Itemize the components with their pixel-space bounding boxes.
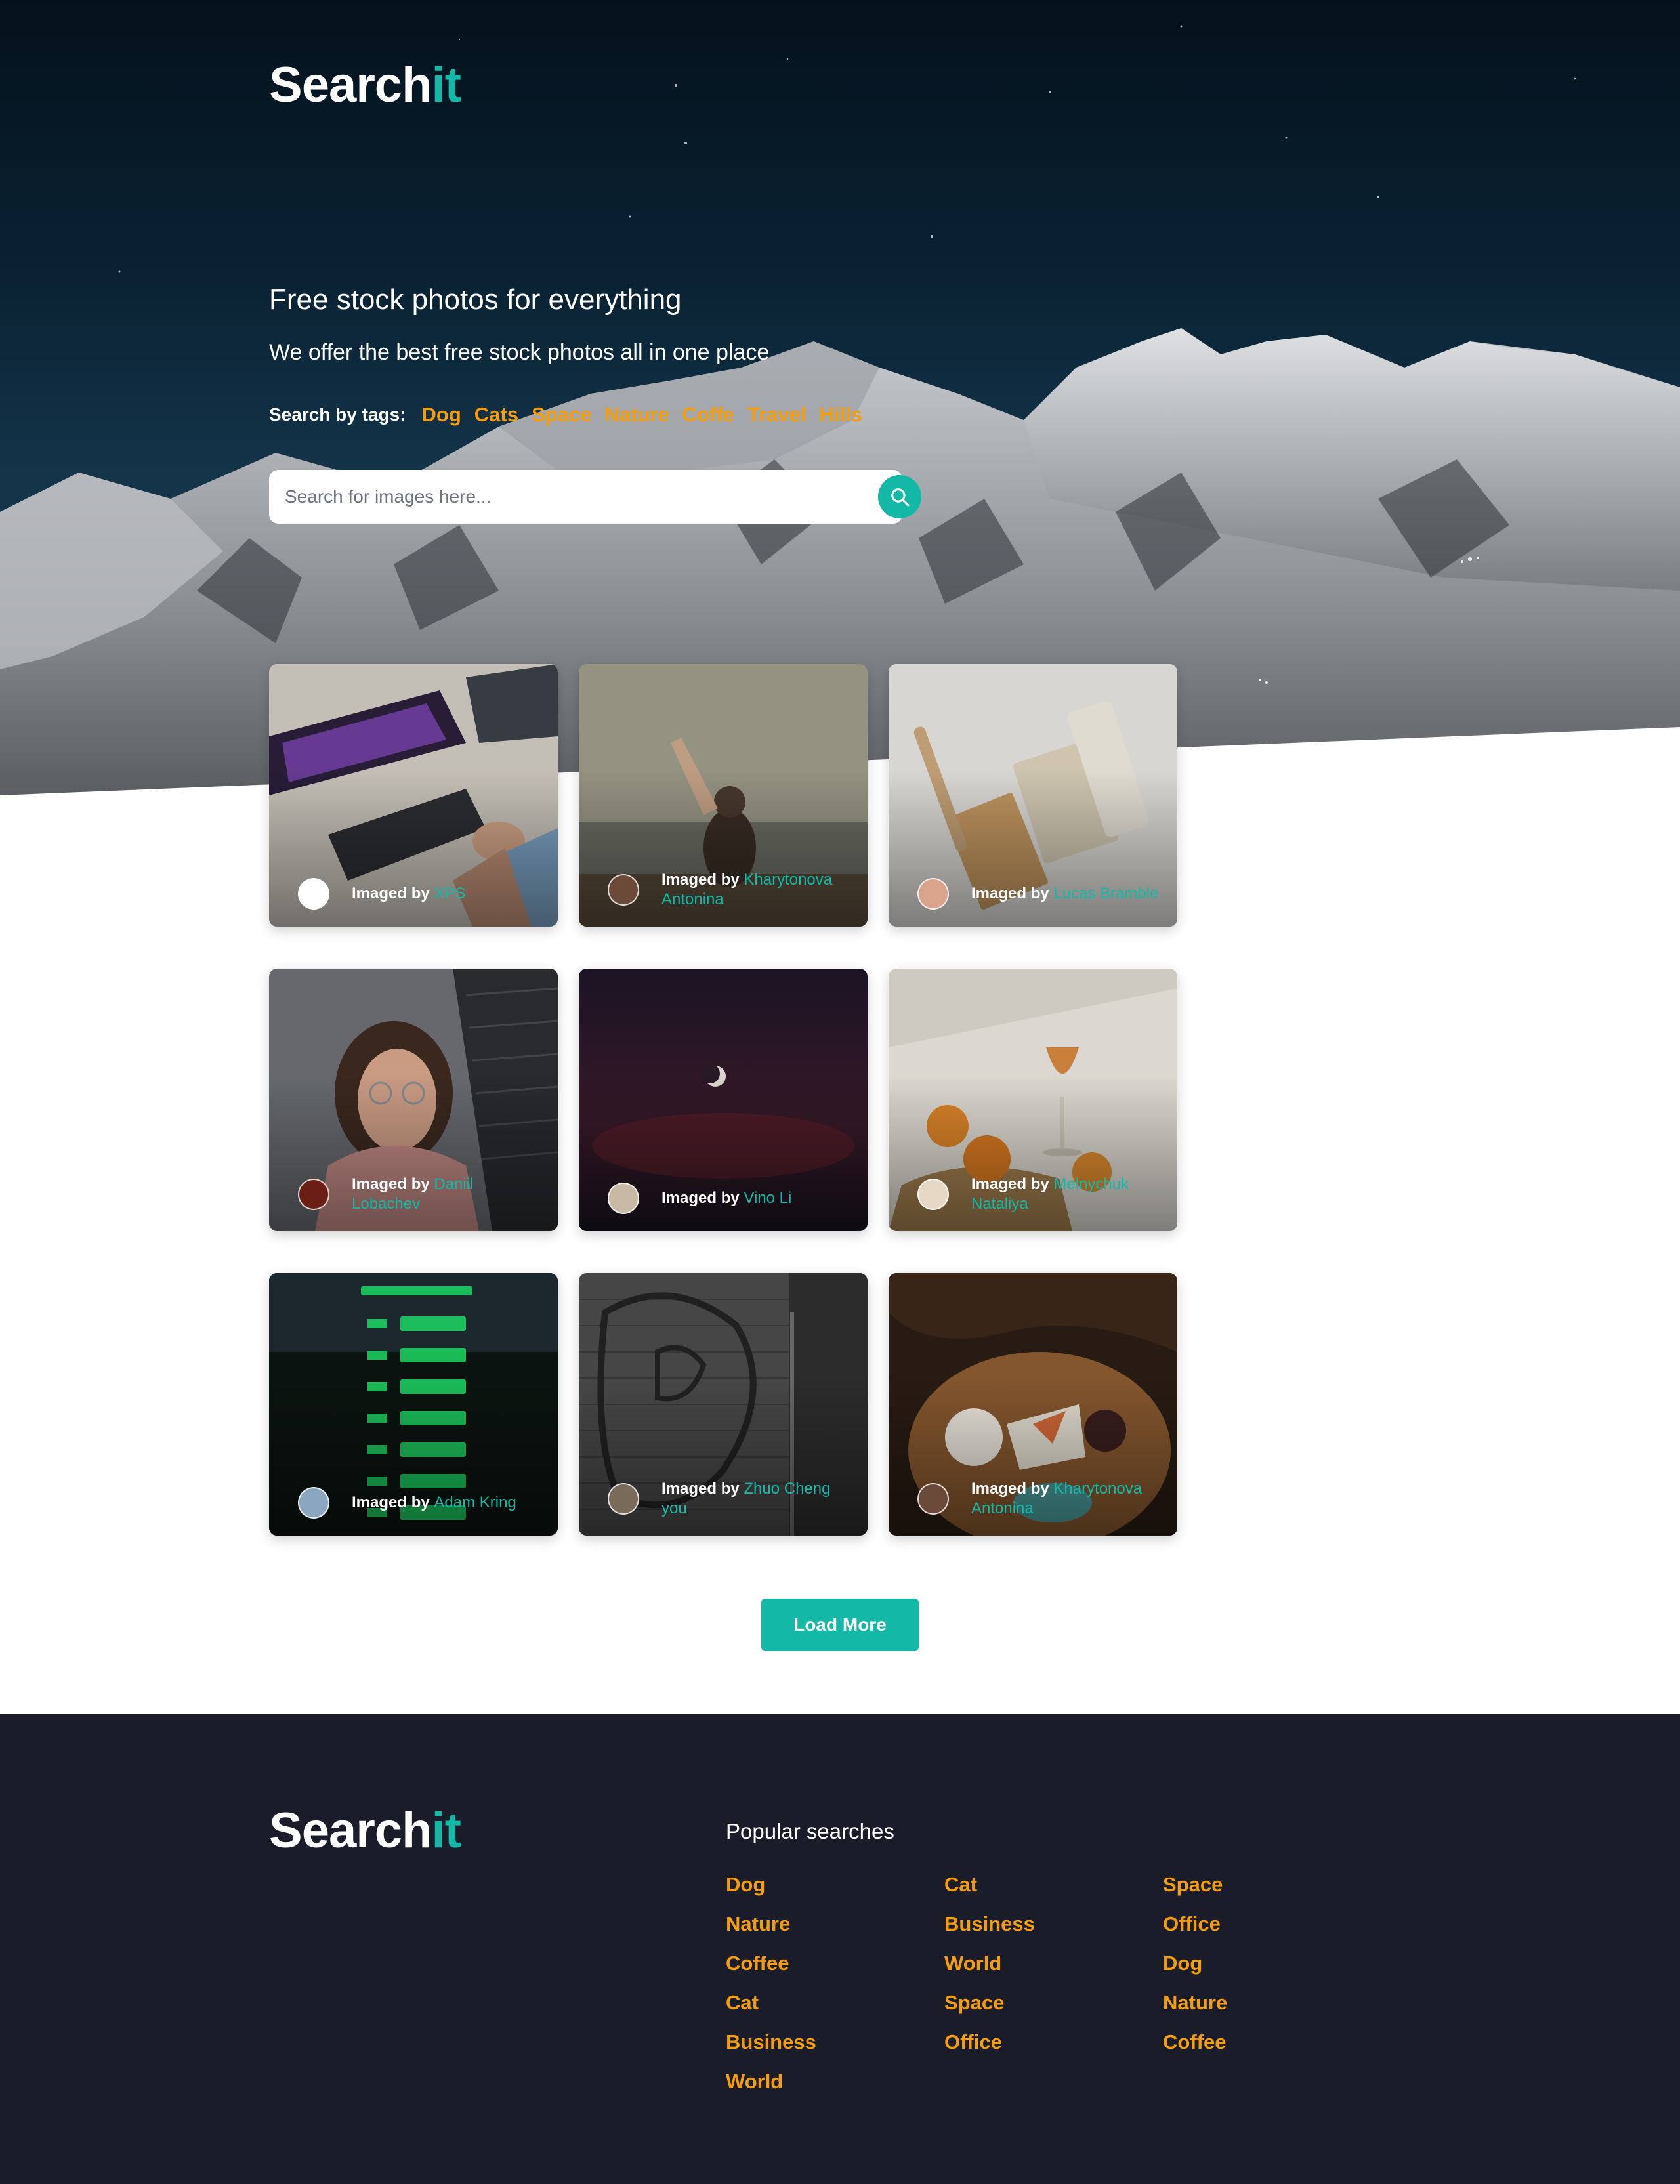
- popular-search-link[interactable]: Office: [1163, 1911, 1381, 1937]
- photo-card[interactable]: Imaged by Kharytonova Antonina: [889, 1273, 1177, 1536]
- footer-logo[interactable]: Searchit: [269, 1802, 461, 1859]
- author-avatar: [298, 1179, 329, 1210]
- credit-prefix: Imaged by: [971, 1175, 1049, 1193]
- credit-text: Imaged by Zhuo Cheng you: [662, 1479, 850, 1519]
- brand-logo-accent: it: [431, 57, 461, 113]
- author-avatar: [608, 1183, 639, 1214]
- hero-subline: We offer the best free stock photos all …: [269, 340, 770, 365]
- popular-search-link[interactable]: Business: [726, 2029, 944, 2055]
- footer-logo-accent: it: [431, 1803, 461, 1858]
- brand-logo-main: Search: [269, 57, 432, 113]
- popular-searches-column: Dog Nature Coffee Cat Business World: [726, 1872, 944, 2095]
- credit-text: Imaged by Melnychuk Nataliya: [971, 1175, 1160, 1214]
- credit-text: Imaged by Kharytonova Antonina: [971, 1479, 1160, 1519]
- tag-dog[interactable]: Dog: [422, 403, 461, 427]
- search-button[interactable]: [878, 475, 921, 518]
- search-input[interactable]: [269, 470, 902, 524]
- footer: Searchit Popular searches Dog Nature Cof…: [0, 1714, 1680, 2184]
- popular-search-link[interactable]: Coffee: [1163, 2029, 1381, 2055]
- photo-credit: Imaged by Lucas Bramble: [917, 878, 1160, 910]
- credit-prefix: Imaged by: [352, 885, 430, 902]
- footer-logo-main: Search: [269, 1803, 432, 1858]
- credit-text: Imaged by Daniil Lobachev: [352, 1175, 541, 1214]
- tag-space[interactable]: Space: [532, 403, 591, 427]
- credit-prefix: Imaged by: [352, 1175, 430, 1193]
- popular-search-link[interactable]: Nature: [1163, 1990, 1381, 2016]
- popular-search-link[interactable]: Dog: [726, 1872, 944, 1898]
- author-avatar: [917, 878, 949, 910]
- popular-search-link[interactable]: Nature: [726, 1911, 944, 1937]
- photo-credit: Imaged by Daniil Lobachev: [298, 1175, 541, 1214]
- tag-coffe[interactable]: Coffe: [682, 403, 734, 427]
- popular-search-link[interactable]: Space: [1163, 1872, 1381, 1898]
- hero-headline: Free stock photos for everything: [269, 284, 682, 316]
- credit-prefix: Imaged by: [971, 1480, 1049, 1498]
- author-avatar: [298, 1487, 329, 1519]
- author-link[interactable]: Vino Li: [744, 1189, 791, 1207]
- popular-search-link[interactable]: Dog: [1163, 1950, 1381, 1977]
- credit-prefix: Imaged by: [662, 1189, 740, 1207]
- photo-card[interactable]: Imaged by Lucas Bramble: [889, 664, 1177, 927]
- photo-card[interactable]: Imaged by Adam Kring: [269, 1273, 558, 1536]
- load-more-button[interactable]: Load More: [761, 1599, 919, 1651]
- popular-search-link[interactable]: Space: [944, 1990, 1163, 2016]
- author-link[interactable]: Adam Kring: [434, 1494, 516, 1511]
- popular-search-link[interactable]: Office: [944, 2029, 1163, 2055]
- popular-search-link[interactable]: Cat: [726, 1990, 944, 2016]
- credit-text: Imaged by Kharytonova Antonina: [662, 870, 850, 910]
- photo-card[interactable]: Imaged by Daniil Lobachev: [269, 969, 558, 1231]
- photo-card[interactable]: Imaged by Melnychuk Nataliya: [889, 969, 1177, 1231]
- popular-searches-column: Space Office Dog Nature Coffee: [1163, 1872, 1381, 2095]
- popular-search-link[interactable]: Cat: [944, 1872, 1163, 1898]
- author-avatar: [917, 1179, 949, 1210]
- popular-searches-columns: Dog Nature Coffee Cat Business World Cat…: [726, 1872, 1381, 2095]
- tag-travel[interactable]: Travel: [747, 403, 807, 427]
- photo-credit: Imaged by Melnychuk Nataliya: [917, 1175, 1160, 1214]
- photo-credit: Imaged by XPS: [298, 878, 541, 910]
- author-avatar: [608, 874, 639, 906]
- author-avatar: [917, 1483, 949, 1515]
- credit-text: Imaged by XPS: [352, 884, 465, 904]
- popular-search-link[interactable]: World: [726, 2068, 944, 2095]
- photo-grid: Imaged by XPS Imaged by Kharytonova Anto…: [269, 664, 1178, 1536]
- photo-credit: Imaged by Vino Li: [608, 1183, 850, 1214]
- photo-credit: Imaged by Zhuo Cheng you: [608, 1479, 850, 1519]
- credit-text: Imaged by Vino Li: [662, 1188, 791, 1208]
- photo-card[interactable]: Imaged by Kharytonova Antonina: [579, 664, 868, 927]
- tag-nature[interactable]: Nature: [604, 403, 669, 427]
- credit-prefix: Imaged by: [352, 1494, 430, 1511]
- photo-card[interactable]: Imaged by Vino Li: [579, 969, 868, 1231]
- popular-search-link[interactable]: World: [944, 1950, 1163, 1977]
- author-link[interactable]: Lucas Bramble: [1053, 885, 1158, 902]
- credit-prefix: Imaged by: [662, 871, 740, 889]
- popular-searches-title: Popular searches: [726, 1819, 894, 1843]
- popular-search-link[interactable]: Coffee: [726, 1950, 944, 1977]
- credit-text: Imaged by Lucas Bramble: [971, 884, 1158, 904]
- tag-cats[interactable]: Cats: [474, 403, 518, 427]
- popular-search-link[interactable]: Business: [944, 1911, 1163, 1937]
- search-icon: [891, 488, 910, 507]
- author-link[interactable]: XPS: [434, 885, 465, 902]
- popular-searches-column: Cat Business World Space Office: [944, 1872, 1163, 2095]
- photo-credit: Imaged by Kharytonova Antonina: [608, 870, 850, 910]
- author-avatar: [298, 878, 329, 910]
- brand-logo[interactable]: Searchit: [269, 56, 461, 114]
- photo-card[interactable]: Imaged by XPS: [269, 664, 558, 927]
- author-avatar: [608, 1483, 639, 1515]
- photo-credit: Imaged by Kharytonova Antonina: [917, 1479, 1160, 1519]
- search-bar: [269, 470, 921, 525]
- photo-credit: Imaged by Adam Kring: [298, 1487, 541, 1519]
- credit-prefix: Imaged by: [971, 885, 1049, 902]
- tags-label: Search by tags:: [269, 404, 406, 425]
- photo-card[interactable]: Imaged by Zhuo Cheng you: [579, 1273, 868, 1536]
- tag-hills[interactable]: Hills: [819, 403, 862, 427]
- tag-bar: Search by tags: Dog Cats Space Nature Co…: [269, 403, 862, 427]
- credit-text: Imaged by Adam Kring: [352, 1493, 516, 1513]
- credit-prefix: Imaged by: [662, 1480, 740, 1498]
